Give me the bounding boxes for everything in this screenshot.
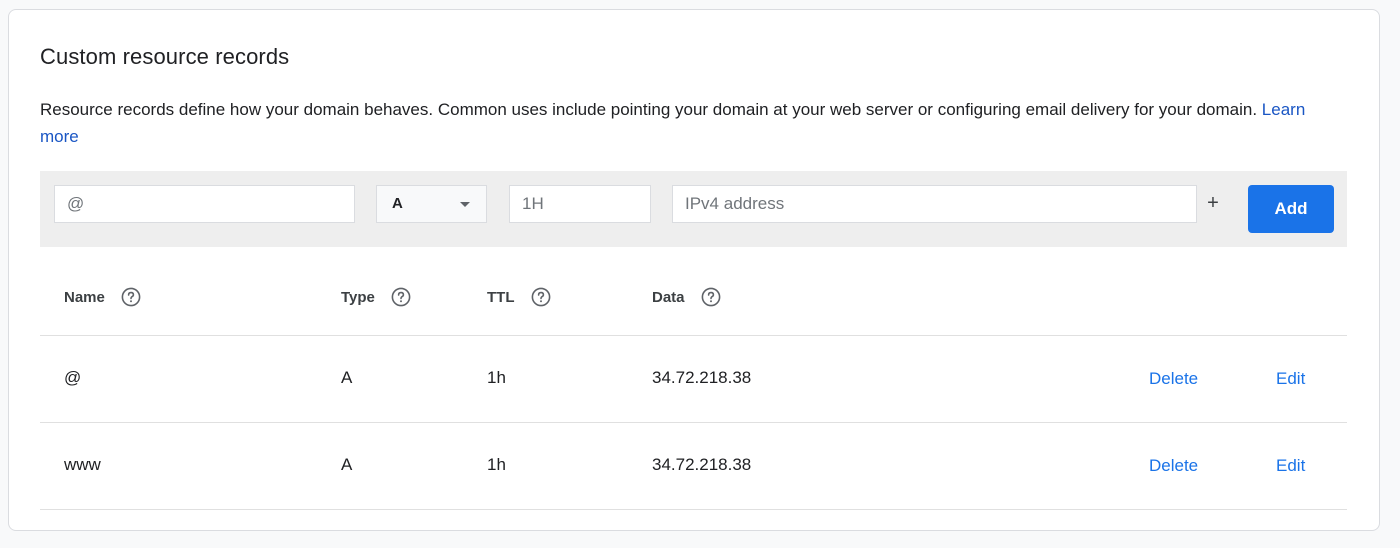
help-icon[interactable]	[391, 287, 411, 307]
delete-button[interactable]: Delete	[1149, 456, 1198, 476]
table-row: @ A 1h 34.72.218.38 Delete Edit	[40, 336, 1347, 423]
record-data: 34.72.218.38	[652, 368, 752, 387]
record-type: A	[341, 455, 353, 474]
record-name: www	[64, 455, 101, 474]
record-ttl: 1h	[487, 455, 506, 474]
type-select-value: A	[392, 195, 403, 212]
add-more-data-button[interactable]: +	[1203, 191, 1223, 215]
name-input[interactable]: @	[54, 185, 355, 223]
record-data: 34.72.218.38	[652, 455, 752, 474]
edit-button[interactable]: Edit	[1276, 456, 1305, 476]
help-icon[interactable]	[701, 287, 721, 307]
add-button[interactable]: Add	[1248, 185, 1334, 233]
custom-records-card: Custom resource records Resource records…	[8, 9, 1380, 531]
header-type: Type	[341, 287, 411, 307]
header-name: Name	[64, 287, 141, 307]
table-row: www A 1h 34.72.218.38 Delete Edit	[40, 423, 1347, 510]
data-input[interactable]: IPv4 address	[672, 185, 1197, 223]
type-select[interactable]: A	[376, 185, 487, 223]
card-title: Custom resource records	[40, 44, 290, 69]
caret-down-icon	[460, 202, 470, 207]
edit-button[interactable]: Edit	[1276, 369, 1305, 389]
record-entry-bar: @ A 1H IPv4 address + Add	[40, 171, 1347, 247]
delete-button[interactable]: Delete	[1149, 369, 1198, 389]
help-icon[interactable]	[531, 287, 551, 307]
description-text: Resource records define how your domain …	[40, 100, 1258, 119]
header-data: Data	[652, 287, 721, 307]
help-icon[interactable]	[121, 287, 141, 307]
records-table: Name Type TTL Data @ A 1h 34.72.218.38 D…	[40, 261, 1347, 510]
card-description: Resource records define how your domain …	[40, 96, 1340, 150]
header-ttl: TTL	[487, 287, 551, 307]
record-type: A	[341, 368, 353, 387]
table-header: Name Type TTL Data	[40, 261, 1347, 336]
ttl-input[interactable]: 1H	[509, 185, 651, 223]
record-name: @	[64, 368, 82, 387]
record-ttl: 1h	[487, 368, 506, 387]
